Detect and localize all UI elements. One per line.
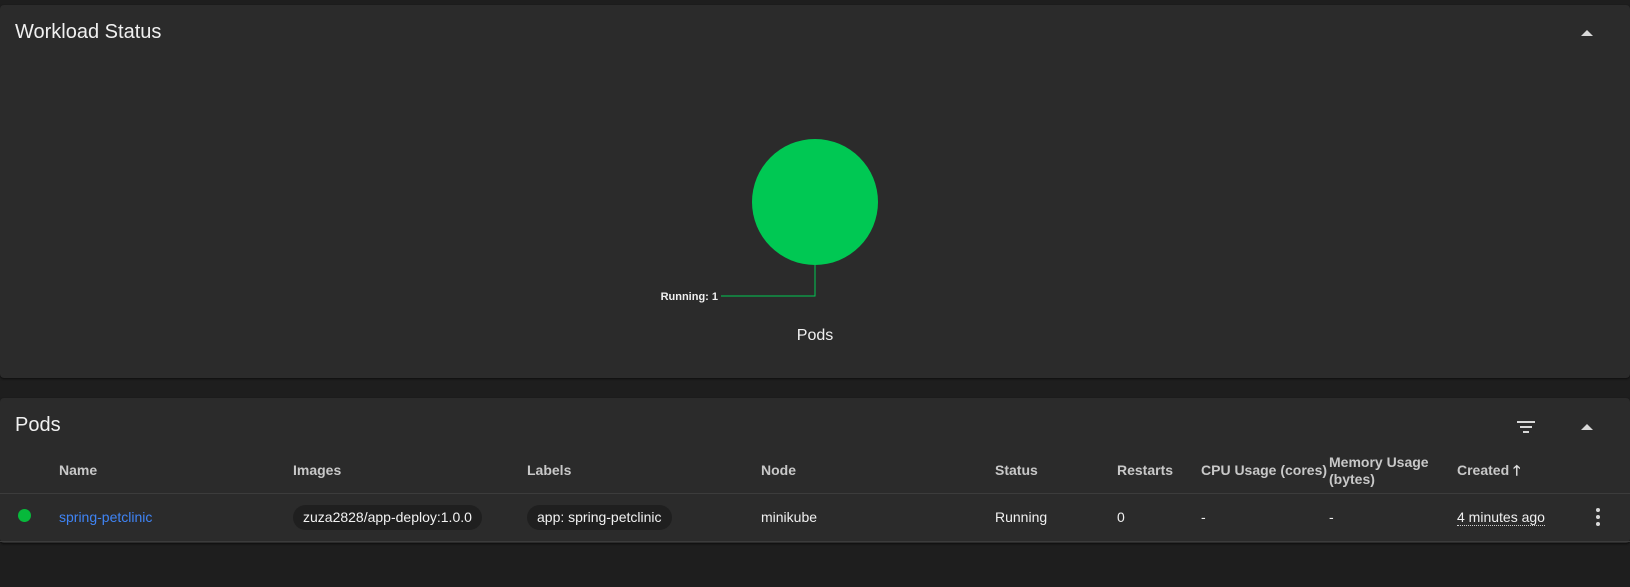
table-header-row: Name Images Labels Node Status Restarts … <box>0 449 1630 493</box>
more-vert-icon[interactable] <box>1586 508 1610 526</box>
node-cell: minikube <box>761 509 818 525</box>
actions-column-header <box>1586 449 1630 493</box>
name-column-header[interactable]: Name <box>59 449 293 493</box>
status-cell <box>0 493 59 541</box>
status-text-column-header[interactable]: Status <box>995 449 1117 493</box>
memory-column-header: Memory Usage (bytes) <box>1329 453 1429 487</box>
images-column-header: Images <box>293 462 342 479</box>
pods-title: Pods <box>15 414 61 436</box>
restarts-column-header[interactable]: Restarts <box>1117 449 1201 493</box>
actions-cell <box>1586 493 1630 541</box>
chevron-up-icon <box>1581 424 1593 430</box>
arrow-up-icon: 🡑 <box>1513 462 1521 479</box>
created-column-header[interactable]: Created 🡑 <box>1457 449 1586 493</box>
image-cell: zuza2828/app-deploy:1.0.0 <box>293 493 527 541</box>
status-dot-icon <box>18 509 31 522</box>
cpu-cell: - <box>1201 509 1206 525</box>
label-cell: app: spring-petclinic <box>527 493 761 541</box>
name-cell: spring-petclinic <box>59 493 293 541</box>
pods-chart-title: Pods <box>796 327 834 344</box>
leader-line <box>721 265 816 297</box>
pods-card: Pods Name Images Labels Node Status Rest… <box>0 398 1630 543</box>
cpu-column-header: CPU Usage (cores) <box>1201 462 1328 479</box>
labels-column-header: Labels <box>527 462 572 479</box>
pie-annotation-label: Running: 1 <box>661 291 718 303</box>
pie-slice-running <box>752 139 878 265</box>
collapse-pods-button[interactable] <box>1571 411 1603 443</box>
pods-pie-chart: Running: 1 <box>661 139 878 303</box>
table-row: spring-petclinic zuza2828/app-deploy:1.0… <box>0 493 1630 541</box>
workload-status-card: Workload Status Running: 1 Pods <box>0 5 1630 378</box>
filter-icon <box>1517 421 1535 433</box>
status-text-cell: Running <box>995 509 1048 525</box>
memory-cell: - <box>1329 509 1334 525</box>
status-column-header <box>0 449 59 493</box>
label-chip: app: spring-petclinic <box>527 504 672 530</box>
restarts-cell: 0 <box>1117 509 1125 525</box>
created-time: 4 minutes ago <box>1457 509 1545 526</box>
pods-table: Name Images Labels Node Status Restarts … <box>0 449 1630 542</box>
filter-button[interactable] <box>1510 411 1542 443</box>
created-cell: 4 minutes ago <box>1457 493 1586 541</box>
pod-name-link[interactable]: spring-petclinic <box>59 509 152 525</box>
node-column-header[interactable]: Node <box>761 449 995 493</box>
created-header-label: Created <box>1457 462 1510 479</box>
image-chip: zuza2828/app-deploy:1.0.0 <box>293 504 482 530</box>
